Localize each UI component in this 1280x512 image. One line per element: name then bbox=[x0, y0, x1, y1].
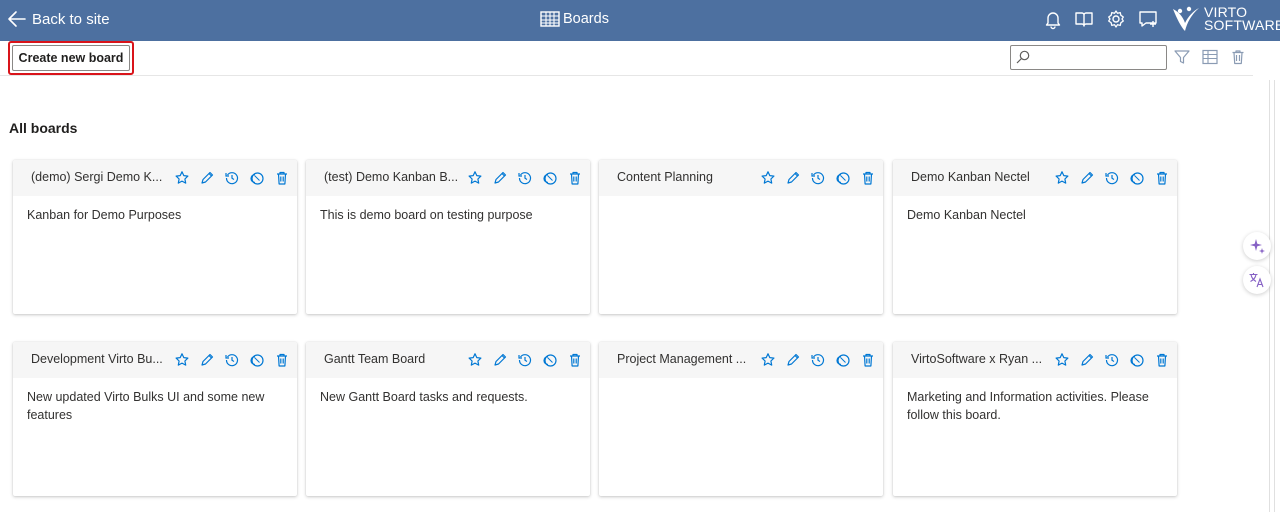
back-to-site-link[interactable]: Back to site bbox=[6, 0, 110, 38]
arrow-left-icon bbox=[6, 8, 28, 30]
board-card-header: Project Management ... bbox=[599, 342, 883, 378]
back-to-site-label: Back to site bbox=[32, 10, 110, 28]
history-icon[interactable] bbox=[223, 169, 241, 187]
star-icon[interactable] bbox=[1053, 169, 1071, 187]
history-icon[interactable] bbox=[809, 351, 827, 369]
board-card-header: Development Virto Bu... bbox=[13, 342, 297, 378]
edit-icon[interactable] bbox=[198, 169, 216, 187]
search-box[interactable] bbox=[1010, 45, 1167, 70]
edit-icon[interactable] bbox=[491, 169, 509, 187]
board-card-header: Gantt Team Board bbox=[306, 342, 590, 378]
board-card-title[interactable]: (demo) Sergi Demo K... bbox=[31, 170, 171, 184]
board-card-title[interactable]: Content Planning bbox=[617, 170, 757, 184]
copy-icon[interactable] bbox=[1128, 169, 1146, 187]
search-input[interactable] bbox=[1033, 48, 1165, 68]
delete-icon[interactable] bbox=[859, 351, 877, 369]
delete-icon[interactable] bbox=[859, 169, 877, 187]
board-card-header: Content Planning bbox=[599, 160, 883, 196]
star-icon[interactable] bbox=[466, 169, 484, 187]
page-title-text: Boards bbox=[563, 11, 609, 27]
board-card-description: Kanban for Demo Purposes bbox=[27, 208, 182, 222]
edit-icon[interactable] bbox=[491, 351, 509, 369]
history-icon[interactable] bbox=[516, 169, 534, 187]
logo-line2: SOFTWARE bbox=[1204, 17, 1280, 33]
copy-icon[interactable] bbox=[834, 169, 852, 187]
board-card[interactable]: Gantt Team Board New Gantt Board tasks an… bbox=[306, 342, 590, 496]
copy-icon[interactable] bbox=[1128, 351, 1146, 369]
board-card-title[interactable]: Demo Kanban Nectel bbox=[911, 170, 1051, 184]
bell-icon[interactable] bbox=[1042, 8, 1064, 30]
delete-icon[interactable] bbox=[273, 351, 291, 369]
copilot-sparkle-button[interactable] bbox=[1243, 232, 1271, 260]
board-card-header: VirtoSoftware x Ryan ... bbox=[893, 342, 1177, 378]
board-card[interactable]: (test) Demo Kanban B... This is demo boar… bbox=[306, 160, 590, 314]
board-card-title[interactable]: VirtoSoftware x Ryan ... bbox=[911, 352, 1051, 366]
history-icon[interactable] bbox=[223, 351, 241, 369]
history-icon[interactable] bbox=[809, 169, 827, 187]
sparkle-icon bbox=[1248, 237, 1266, 255]
board-card[interactable]: Content Planning bbox=[599, 160, 883, 314]
delete-icon[interactable] bbox=[273, 169, 291, 187]
board-card[interactable]: Project Management ... bbox=[599, 342, 883, 496]
star-icon[interactable] bbox=[1053, 351, 1071, 369]
page-title: Boards bbox=[540, 0, 609, 38]
virto-logo-icon bbox=[1171, 5, 1201, 33]
history-icon[interactable] bbox=[1103, 169, 1121, 187]
toolbar-divider bbox=[0, 75, 1253, 76]
create-new-board-button[interactable]: Create new board bbox=[12, 45, 130, 71]
translate-icon bbox=[1248, 271, 1266, 289]
top-bar: Back to site Boards VIRTO SOFTWARE bbox=[0, 0, 1280, 41]
copy-icon[interactable] bbox=[541, 169, 559, 187]
scrollbar[interactable] bbox=[1269, 80, 1275, 512]
board-card-description: New updated Virto Bulks UI and some new … bbox=[27, 390, 265, 422]
delete-icon[interactable] bbox=[566, 351, 584, 369]
edit-icon[interactable] bbox=[1078, 351, 1096, 369]
board-card-description: New Gantt Board tasks and requests. bbox=[320, 390, 528, 404]
edit-icon[interactable] bbox=[198, 351, 216, 369]
boards-grid-icon bbox=[540, 11, 560, 27]
delete-icon[interactable] bbox=[1229, 48, 1247, 66]
board-card-title[interactable]: (test) Demo Kanban B... bbox=[324, 170, 464, 184]
chat-add-icon[interactable] bbox=[1137, 8, 1159, 30]
copy-icon[interactable] bbox=[834, 351, 852, 369]
board-card-description: Demo Kanban Nectel bbox=[907, 208, 1026, 222]
book-icon[interactable] bbox=[1073, 8, 1095, 30]
delete-icon[interactable] bbox=[1153, 169, 1171, 187]
copy-icon[interactable] bbox=[248, 351, 266, 369]
board-card-header: Demo Kanban Nectel bbox=[893, 160, 1177, 196]
board-card-title[interactable]: Project Management ... bbox=[617, 352, 757, 366]
board-card-header: (test) Demo Kanban B... bbox=[306, 160, 590, 196]
copy-icon[interactable] bbox=[248, 169, 266, 187]
board-card-header: (demo) Sergi Demo K... bbox=[13, 160, 297, 196]
filter-icon[interactable] bbox=[1173, 48, 1191, 66]
star-icon[interactable] bbox=[173, 351, 191, 369]
board-card[interactable]: (demo) Sergi Demo K... Kanban for Demo Pu… bbox=[13, 160, 297, 314]
table-view-icon[interactable] bbox=[1201, 48, 1219, 66]
section-title: All boards bbox=[9, 120, 78, 136]
delete-icon[interactable] bbox=[1153, 351, 1171, 369]
edit-icon[interactable] bbox=[784, 169, 802, 187]
edit-icon[interactable] bbox=[1078, 169, 1096, 187]
copy-icon[interactable] bbox=[541, 351, 559, 369]
translate-button[interactable] bbox=[1243, 266, 1271, 294]
board-card-title[interactable]: Gantt Team Board bbox=[324, 352, 464, 366]
board-card-description: Marketing and Information activities. Pl… bbox=[907, 390, 1149, 422]
star-icon[interactable] bbox=[173, 169, 191, 187]
board-card-title[interactable]: Development Virto Bu... bbox=[31, 352, 171, 366]
history-icon[interactable] bbox=[1103, 351, 1121, 369]
virto-logo: VIRTO SOFTWARE bbox=[1171, 3, 1280, 35]
board-card[interactable]: VirtoSoftware x Ryan ... Marketing and In… bbox=[893, 342, 1177, 496]
star-icon[interactable] bbox=[759, 351, 777, 369]
gear-icon[interactable] bbox=[1105, 8, 1127, 30]
star-icon[interactable] bbox=[466, 351, 484, 369]
history-icon[interactable] bbox=[516, 351, 534, 369]
star-icon[interactable] bbox=[759, 169, 777, 187]
board-card[interactable]: Demo Kanban Nectel Demo Kanban Nectel bbox=[893, 160, 1177, 314]
edit-icon[interactable] bbox=[784, 351, 802, 369]
board-card-description: This is demo board on testing purpose bbox=[320, 208, 533, 222]
board-card[interactable]: Development Virto Bu... New updated Virto… bbox=[13, 342, 297, 496]
delete-icon[interactable] bbox=[566, 169, 584, 187]
